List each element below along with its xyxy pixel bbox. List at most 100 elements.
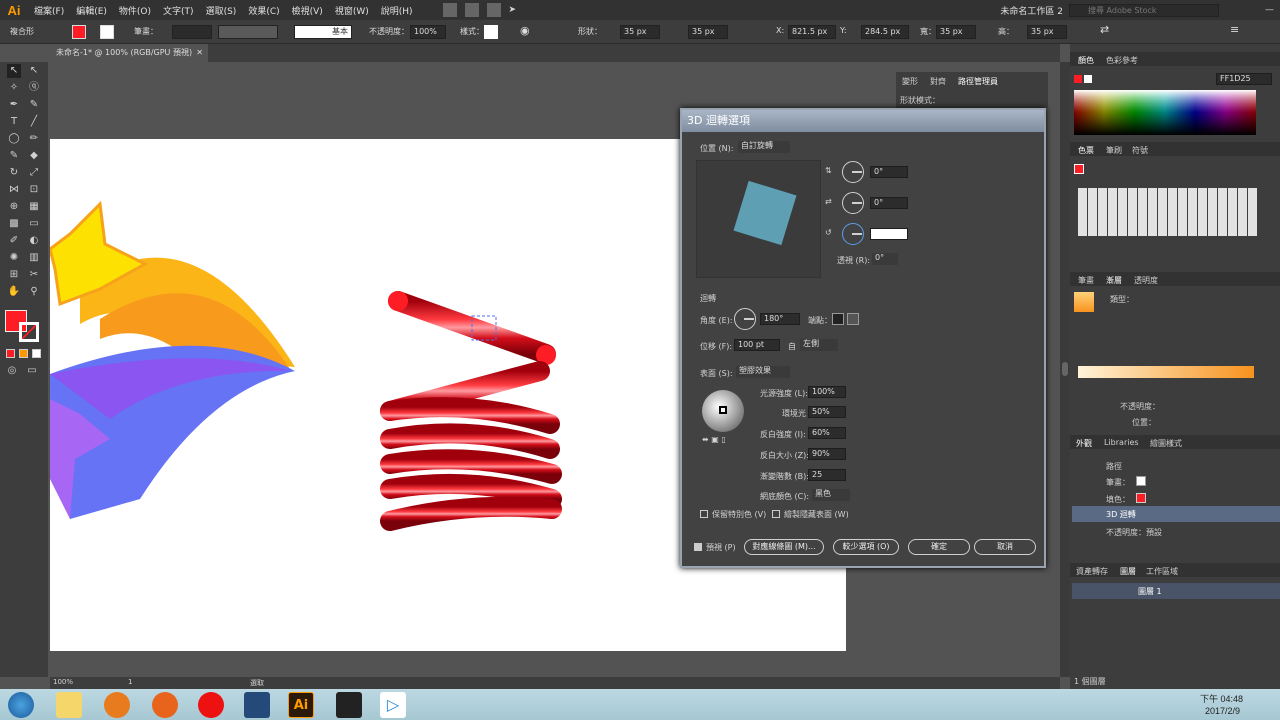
menu-window[interactable]: 視窗(W) (329, 4, 375, 17)
none-mode-icon[interactable] (32, 349, 41, 358)
graph-tool-icon[interactable]: ▥ (27, 251, 41, 265)
corner-width-field[interactable]: 35 px (620, 25, 660, 39)
minimize-icon[interactable]: — (1265, 5, 1274, 15)
menu-file[interactable]: 檔案(F) (28, 4, 70, 17)
rotation-preview[interactable] (696, 160, 821, 278)
layer-row[interactable]: 圖層 1 (1072, 583, 1280, 599)
swatch-grid[interactable] (1074, 164, 1274, 244)
ambient-field[interactable]: 50% (808, 406, 846, 418)
preserve-spot-checkbox[interactable] (700, 510, 708, 518)
menu-object[interactable]: 物件(O) (113, 4, 157, 17)
send-icon[interactable]: ➤ (509, 5, 517, 15)
workspace-switcher[interactable]: 未命名工作區 2 (994, 4, 1069, 17)
stroke-weight-field[interactable] (172, 25, 212, 39)
from-select[interactable]: 左側 (800, 339, 838, 351)
x-rotation-field[interactable]: 0° (870, 166, 908, 178)
stroke-swatch[interactable] (100, 25, 114, 39)
graphic-style-swatch[interactable] (484, 25, 498, 39)
vertical-scrollbar[interactable] (1060, 62, 1070, 677)
blend-steps-field[interactable]: 25 (808, 469, 846, 481)
ok-button[interactable]: 確定 (908, 539, 970, 555)
ellipse-tool-icon[interactable]: ◯ (7, 132, 21, 146)
curvature-tool-icon[interactable]: ✎ (27, 98, 41, 112)
tab-gradient[interactable]: 漸層 (1106, 275, 1122, 286)
tab-libraries[interactable]: Libraries (1104, 438, 1139, 447)
transform-icon[interactable]: ⇄ (1100, 23, 1109, 36)
firefox-icon[interactable] (152, 692, 178, 718)
gradient-thumbnail[interactable] (1074, 292, 1094, 312)
opera-icon[interactable] (198, 692, 224, 718)
hand-tool-icon[interactable]: ✋ (7, 285, 21, 299)
start-button-icon[interactable] (8, 692, 34, 718)
tab-artboards[interactable]: 工作區域 (1146, 566, 1178, 577)
menu-select[interactable]: 選取(S) (200, 4, 243, 17)
close-icon[interactable]: ✕ (196, 44, 203, 62)
pen-tool-icon[interactable]: ✒ (7, 98, 21, 112)
tab-brushes[interactable]: 筆刷 (1106, 145, 1122, 156)
draw-hidden-checkbox[interactable] (772, 510, 780, 518)
highlight-size-field[interactable]: 90% (808, 448, 846, 460)
gradient-tool-icon[interactable]: ▭ (27, 217, 41, 231)
tab-transform[interactable]: 變形 (902, 76, 918, 87)
eyedropper-icon[interactable]: ✐ (7, 234, 21, 248)
menu-view[interactable]: 檢視(V) (286, 4, 329, 17)
lasso-icon[interactable]: ⓠ (27, 81, 41, 95)
tab-pathfinder[interactable]: 路徑管理員 (958, 76, 998, 87)
y-rotation-field[interactable]: 0° (870, 197, 908, 209)
tab-symbols[interactable]: 符號 (1132, 145, 1148, 156)
mesh-tool-icon[interactable]: ▩ (7, 217, 21, 231)
search-stock-field[interactable]: 搜尋 Adobe Stock (1069, 3, 1219, 17)
line-tool-icon[interactable]: ╱ (27, 115, 41, 129)
magic-wand-icon[interactable]: ✧ (7, 81, 21, 95)
panel-stroke-swatch[interactable] (1084, 75, 1092, 83)
paintbrush-icon[interactable]: ✏ (27, 132, 41, 146)
gradient-slider[interactable] (1078, 366, 1254, 378)
corner-height-field[interactable]: 35 px (688, 25, 728, 39)
blend-tool-icon[interactable]: ◐ (27, 234, 41, 248)
angle-dial[interactable] (734, 308, 756, 330)
arrange-icon[interactable] (486, 3, 501, 17)
draw-mode-icon[interactable]: ◎ (5, 364, 19, 378)
tab-graphic-styles[interactable]: 繪圖樣式 (1150, 438, 1182, 449)
highlight-intensity-field[interactable]: 60% (808, 427, 846, 439)
surface-select[interactable]: 塑膠效果 (736, 366, 790, 378)
cap-off-icon[interactable] (847, 313, 859, 325)
zoom-tool-icon[interactable]: ⚲ (27, 285, 41, 299)
shape-builder-icon[interactable]: ⊕ (7, 200, 21, 214)
artboard-number[interactable]: 1 (128, 678, 132, 686)
appearance-stroke-swatch[interactable] (1136, 476, 1146, 486)
symbol-sprayer-icon[interactable]: ✺ (7, 251, 21, 265)
video-player-icon[interactable]: ▷ (380, 692, 406, 718)
scale-tool-icon[interactable]: ⤢ (27, 166, 41, 180)
rotate-tool-icon[interactable]: ↻ (7, 166, 21, 180)
lighting-sphere[interactable] (702, 390, 744, 432)
screen-recorder-icon[interactable] (336, 692, 362, 718)
fill-swatch[interactable] (72, 25, 86, 39)
tab-swatches[interactable]: 色票 (1078, 145, 1094, 156)
photoshop-icon[interactable] (244, 692, 270, 718)
direct-selection-tool-icon[interactable]: ↖ (27, 64, 41, 78)
perspective-field[interactable]: 0° (872, 253, 898, 265)
tab-transparency[interactable]: 透明度 (1134, 275, 1158, 286)
menu-type[interactable]: 文字(T) (157, 4, 200, 17)
appearance-stroke-row[interactable]: 筆畫： (1106, 477, 1130, 488)
angle-field[interactable]: 180° (760, 313, 800, 325)
map-art-button[interactable]: 對應線條圖 (M)... (744, 539, 824, 555)
selection-tool-icon[interactable]: ↖ (7, 64, 21, 78)
clock-time[interactable]: 下午 04:48 (1200, 692, 1243, 705)
tab-align[interactable]: 對齊 (930, 76, 946, 87)
width-field[interactable]: 35 px (936, 25, 976, 39)
cancel-button[interactable]: 取消 (974, 539, 1036, 555)
z-rotation-dial[interactable] (842, 223, 864, 245)
shading-color-select[interactable]: 黑色 (812, 489, 850, 501)
x-rotation-dial[interactable] (842, 161, 864, 183)
appearance-fill-row[interactable]: 填色： (1106, 494, 1130, 505)
file-explorer-icon[interactable] (56, 692, 82, 718)
preview-cube[interactable] (733, 180, 797, 246)
globe-icon[interactable]: ◉ (520, 24, 530, 37)
screen-mode-icon[interactable]: ▭ (25, 364, 39, 378)
color-spectrum[interactable] (1074, 90, 1256, 135)
illustrator-icon[interactable]: Ai (288, 692, 314, 718)
variable-width-field[interactable] (218, 25, 278, 39)
tab-layers[interactable]: 圖層 (1120, 566, 1136, 577)
